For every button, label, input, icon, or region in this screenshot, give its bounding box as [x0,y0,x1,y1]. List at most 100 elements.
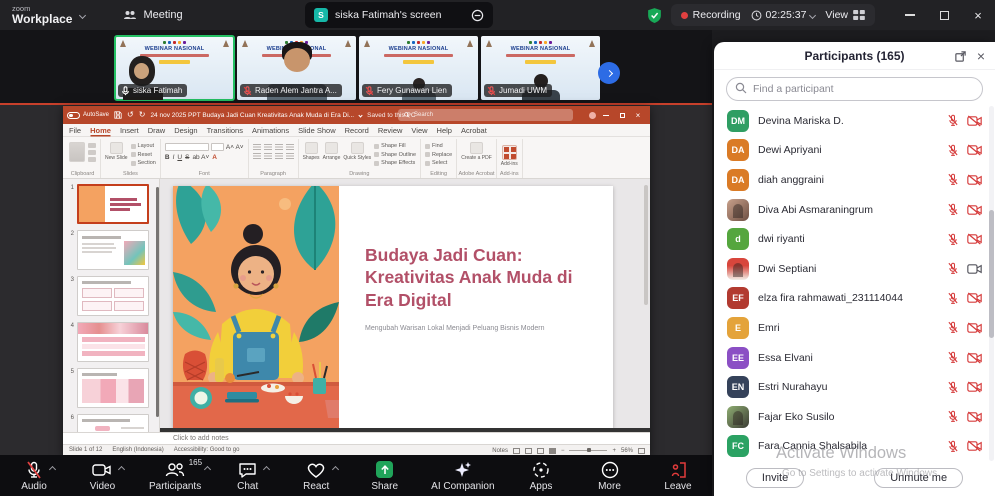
slide-canvas[interactable]: Budaya Jadi Cuan: Kreativitas Anak Muda … [173,186,613,429]
redo-icon[interactable]: ↻ [139,111,146,119]
close-panel-icon[interactable]: × [977,49,985,63]
stop-share-icon[interactable] [471,9,484,22]
video-status-icon[interactable] [967,204,982,216]
font-size-box[interactable] [211,143,224,151]
ppt-menu-item[interactable]: Record [345,126,369,135]
zoom-in-button[interactable]: + [612,448,616,454]
ppt-close-button[interactable]: × [630,106,646,124]
clipboard-mini-icons[interactable] [88,143,96,162]
shape-effects-button[interactable]: Shape Effects [374,160,416,166]
mic-muted-icon[interactable] [947,233,959,246]
ppt-menu-item[interactable]: Insert [120,126,139,135]
participant-row[interactable]: DM Devina Mariska D. [714,106,995,136]
view-menu-button[interactable]: View [825,9,865,21]
apps-button[interactable]: Apps [519,460,563,492]
ppt-menu-item[interactable]: Slide Show [298,126,336,135]
ppt-search-box[interactable]: Search [398,109,573,121]
reset-button[interactable]: Reset [131,152,156,158]
new-slide-button[interactable]: New Slide [105,142,128,161]
mic-muted-icon[interactable] [947,114,959,127]
video-status-icon[interactable] [967,292,982,304]
grow-shrink-font[interactable]: A˄ A˅ [226,144,244,151]
video-tile-siska[interactable]: WEBINAR NASIONAL siska Fatimah [115,36,234,100]
slide-thumbnail-3[interactable] [77,276,149,316]
select-button[interactable]: Select [425,160,452,166]
mic-muted-icon[interactable] [947,144,959,157]
ppt-menu-item[interactable]: Design [174,126,197,135]
chevron-down-icon[interactable] [79,11,86,18]
notes-toggle[interactable]: Notes [492,448,508,454]
find-button[interactable]: Find [425,143,452,149]
video-button[interactable]: Video [80,460,124,492]
replace-button[interactable]: Replace [425,152,452,158]
mic-muted-icon[interactable] [947,351,959,364]
paste-icon[interactable] [69,142,85,162]
react-options-chevron[interactable] [332,465,339,472]
shape-fill-button[interactable]: Shape Fill [374,143,416,149]
participant-row[interactable]: DA diah anggraini [714,165,995,195]
zoom-out-button[interactable]: − [561,448,565,454]
video-options-chevron[interactable] [118,465,125,472]
audio-button[interactable]: Audio [12,460,56,492]
participant-row[interactable]: EE Essa Elvani [714,343,995,373]
restore-button[interactable] [927,0,961,30]
ai-companion-button[interactable]: AI Companion [431,460,494,492]
participants-button[interactable]: 165 Participants [149,460,201,492]
zoom-percent[interactable]: 56% [621,448,633,454]
mic-muted-icon[interactable] [947,410,959,423]
ppt-menu-item[interactable]: Transitions [207,126,243,135]
mic-muted-icon[interactable] [947,292,959,305]
find-participant-input[interactable] [726,77,983,101]
slideshow-icon[interactable] [549,448,556,454]
video-status-icon[interactable] [967,174,982,186]
mic-muted-icon[interactable] [947,173,959,186]
close-button[interactable]: × [961,0,995,30]
list-buttons[interactable] [253,144,294,150]
save-icon[interactable] [114,111,122,119]
notes-splitter[interactable] [160,428,650,432]
participants-list[interactable]: DM Devina Mariska D. DA Dewi Apriyani DA [714,106,995,461]
normal-view-icon[interactable] [513,448,520,454]
invite-button[interactable]: Invite [746,468,804,488]
undo-icon[interactable]: ↺ [127,111,134,119]
tab-shared-screen[interactable]: S siska Fatimah's screen [305,2,493,28]
ppt-minimize-button[interactable] [598,106,614,124]
audio-options-chevron[interactable] [49,465,56,472]
ppt-restore-button[interactable] [614,106,630,124]
thumbnail-scrollbar[interactable] [156,187,159,417]
recording-indicator[interactable]: Recording [681,9,741,21]
video-status-icon[interactable] [967,144,982,156]
participant-row[interactable]: Dwi Septiani [714,254,995,284]
security-shield-icon[interactable] [646,7,663,24]
participant-row[interactable]: FC Fara Cannia Shalsabila [714,432,995,461]
video-status-icon[interactable] [967,115,982,127]
video-tile-fery[interactable]: WEBINAR NASIONAL Fery Gunawan Lien [359,36,478,100]
more-button[interactable]: More [588,460,632,492]
tab-meeting[interactable]: Meeting [123,9,182,21]
video-tile-jumadi[interactable]: WEBINAR NASIONAL Jumadi UWM [481,36,600,100]
section-button[interactable]: Section [131,160,156,166]
participant-row[interactable]: E Emri [714,313,995,343]
slide-scrollbar[interactable] [644,185,648,305]
addins-button[interactable]: Add-ins [501,142,518,167]
video-status-icon[interactable] [967,322,982,334]
ppt-menu-item[interactable]: View [411,126,427,135]
mic-muted-icon[interactable] [947,203,959,216]
ppt-menu-item[interactable]: Draw [148,126,166,135]
ppt-menu-item[interactable]: File [69,126,81,135]
reading-view-icon[interactable] [537,448,544,454]
minimize-button[interactable] [893,0,927,30]
slide-thumbnail-pane[interactable]: 1 2 3 4 5 6 7 [63,179,160,432]
participant-row[interactable]: DA Dewi Apriyani [714,136,995,166]
mic-muted-icon[interactable] [947,321,959,334]
align-buttons[interactable] [253,153,294,159]
video-status-icon[interactable] [967,263,982,275]
participants-options-chevron[interactable] [204,465,211,472]
video-status-icon[interactable] [967,440,982,452]
leave-button[interactable]: Leave [656,460,700,492]
chevron-down-icon[interactable] [809,11,816,18]
slide-thumbnail-4[interactable] [77,322,149,362]
slide-thumbnail-5[interactable] [77,368,149,408]
layout-button[interactable]: Layout [131,143,156,149]
quick-styles-button[interactable]: Quick Styles [343,142,371,161]
